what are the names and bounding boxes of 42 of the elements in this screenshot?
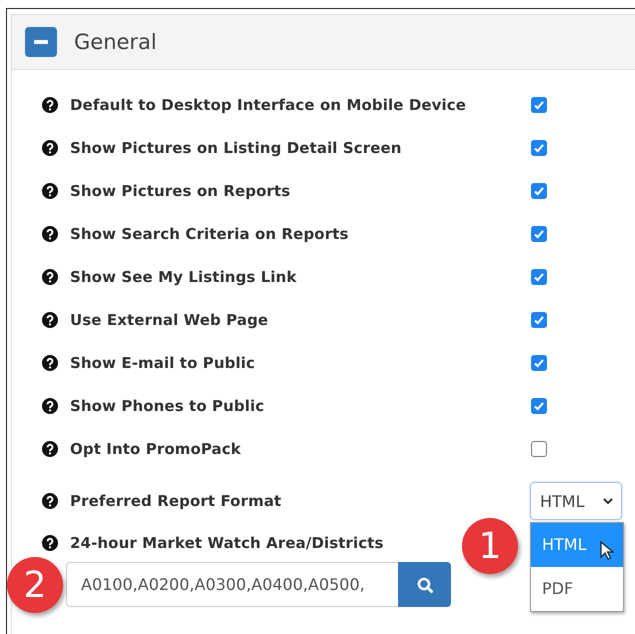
help-icon[interactable]	[42, 441, 58, 457]
checkbox[interactable]	[531, 140, 547, 156]
checkbox[interactable]	[531, 183, 547, 199]
report-format-select[interactable]: HTML	[530, 482, 622, 520]
setting-label: Use External Web Page	[70, 311, 268, 329]
mouse-pointer-icon	[600, 541, 616, 561]
setting-label: Show E-mail to Public	[70, 354, 255, 372]
help-icon[interactable]	[42, 269, 58, 285]
help-icon[interactable]	[42, 312, 58, 328]
checkbox[interactable]	[531, 269, 547, 285]
step-number-badge: 2	[7, 557, 63, 613]
checkbox[interactable]	[531, 312, 547, 328]
setting-label: Show Search Criteria on Reports	[70, 225, 348, 243]
setting-label: 24-hour Market Watch Area/Districts	[70, 534, 384, 552]
help-icon[interactable]	[42, 226, 58, 242]
search-button[interactable]	[398, 562, 451, 607]
panel-title: General	[74, 30, 157, 54]
help-icon[interactable]	[42, 355, 58, 371]
setting-label: Show Pictures on Listing Detail Screen	[70, 139, 402, 157]
setting-label: Show Pictures on Reports	[70, 182, 290, 200]
setting-label: Show See My Listings Link	[70, 268, 297, 286]
help-icon[interactable]	[42, 97, 58, 113]
step-number-badge: 1	[462, 518, 518, 574]
help-icon[interactable]	[42, 183, 58, 199]
setting-label: Default to Desktop Interface on Mobile Device	[70, 96, 466, 114]
collapse-button[interactable]	[25, 27, 57, 57]
setting-label: Preferred Report Format	[70, 492, 282, 510]
checkbox[interactable]	[531, 97, 547, 113]
help-icon[interactable]	[42, 493, 58, 509]
help-icon[interactable]	[42, 398, 58, 414]
checkbox[interactable]	[531, 398, 547, 414]
help-icon[interactable]	[42, 535, 58, 551]
districts-field[interactable]: A0100,A0200,A0300,A0400,A0500,	[66, 562, 398, 607]
checkbox[interactable]	[531, 226, 547, 242]
dropdown-option[interactable]: PDF	[531, 567, 623, 611]
help-icon[interactable]	[42, 140, 58, 156]
search-icon	[416, 576, 432, 592]
chevron-down-icon	[602, 496, 614, 506]
checkbox[interactable]	[531, 441, 547, 457]
setting-label: Show Phones to Public	[70, 397, 264, 415]
checkbox[interactable]	[531, 355, 547, 371]
setting-label: Opt Into PromoPack	[70, 440, 241, 458]
